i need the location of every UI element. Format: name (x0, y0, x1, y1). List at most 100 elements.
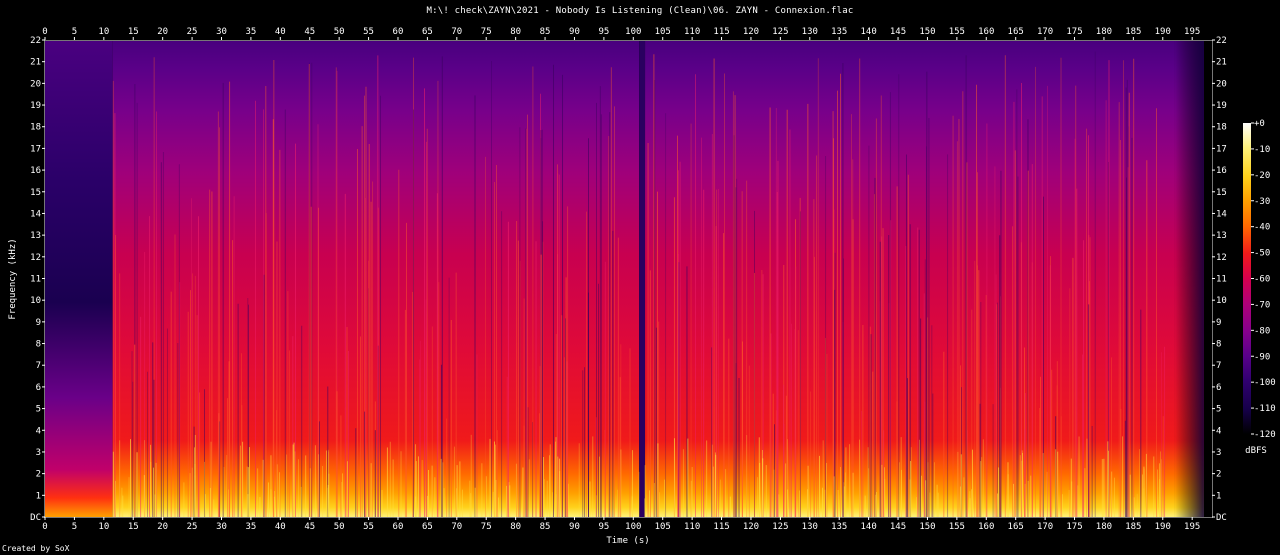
x-tick-label-bottom: 5 (72, 522, 77, 532)
x-tick-label-bottom: 190 (1155, 522, 1171, 532)
y-tick-label-left: 10 (30, 296, 41, 306)
x-tick-label-bottom: 125 (772, 522, 788, 532)
x-tick-label-bottom: 140 (860, 522, 876, 532)
y-tick-label-right: 13 (1216, 231, 1227, 241)
x-tick-label-bottom: 15 (128, 522, 139, 532)
x-tick-label-top: 0 (42, 27, 47, 37)
y-tick-label-left: 9 (36, 318, 41, 328)
y-tick-label-right: 6 (1216, 383, 1221, 393)
x-tick-label-top: 90 (569, 27, 580, 37)
x-tick-label-top: 45 (304, 27, 315, 37)
x-tick-label-top: 80 (510, 27, 521, 37)
x-tick-label-top: 120 (743, 27, 759, 37)
x-tick-label-top: 160 (978, 27, 994, 37)
y-tick-label-left: 1 (36, 491, 41, 501)
x-tick-label-bottom: 100 (625, 522, 641, 532)
y-tick-label-right: 14 (1216, 209, 1227, 219)
x-tick-label-bottom: 120 (743, 522, 759, 532)
x-tick-label-top: 15 (128, 27, 139, 37)
x-tick-label-top: 5 (72, 27, 77, 37)
x-tick-label-top: 75 (481, 27, 492, 37)
x-tick-label-bottom: 110 (684, 522, 700, 532)
y-tick-label-right: 16 (1216, 166, 1227, 176)
x-tick-label-bottom: 150 (919, 522, 935, 532)
x-tick-label-top: 125 (772, 27, 788, 37)
y-tick-label-right: 11 (1216, 275, 1227, 285)
y-tick-label-left: 22 (30, 36, 41, 46)
y-tick-label-right: 12 (1216, 253, 1227, 263)
x-tick-label-bottom: 45 (304, 522, 315, 532)
x-tick-label-top: 65 (422, 27, 433, 37)
colorbar-tick-label: -120 (1254, 430, 1276, 440)
x-tick-label-bottom: 40 (275, 522, 286, 532)
y-tick-label-left: 21 (30, 58, 41, 68)
y-tick-label-right: 17 (1216, 144, 1227, 154)
y-axis-right: DC12345678910111213141516171819202122 (1212, 36, 1227, 523)
x-tick-label-bottom: 50 (334, 522, 345, 532)
x-tick-label-top: 175 (1066, 27, 1082, 37)
colorbar-label: dBFS (1245, 446, 1267, 456)
x-tick-label-bottom: 70 (451, 522, 462, 532)
y-tick-label-left: 15 (30, 188, 41, 198)
colorbar-tick-label: -50 (1254, 249, 1270, 259)
x-tick-label-bottom: 165 (1008, 522, 1024, 532)
x-tick-label-bottom: 25 (187, 522, 198, 532)
colorbar-tick-label: +0 (1254, 119, 1265, 129)
x-tick-label-top: 145 (890, 27, 906, 37)
colorbar-tick-label: -40 (1254, 223, 1270, 233)
y-tick-label-left: 19 (30, 101, 41, 111)
y-tick-label-right: 18 (1216, 123, 1227, 133)
colorbar-tick-label: -90 (1254, 352, 1270, 362)
x-tick-label-top: 150 (919, 27, 935, 37)
colorbar-tick-label: -70 (1254, 300, 1270, 310)
x-tick-label-bottom: 180 (1096, 522, 1112, 532)
y-axis-label: Frequency (kHz) (8, 238, 18, 319)
y-tick-label-left: 18 (30, 123, 41, 133)
x-tick-label-bottom: 10 (98, 522, 109, 532)
x-tick-label-top: 50 (334, 27, 345, 37)
y-tick-label-left: 8 (36, 340, 41, 350)
x-tick-label-top: 35 (245, 27, 256, 37)
x-tick-label-bottom: 75 (481, 522, 492, 532)
x-tick-label-top: 100 (625, 27, 641, 37)
y-tick-label-right: 5 (1216, 405, 1221, 415)
x-tick-label-bottom: 85 (540, 522, 551, 532)
x-tick-label-top: 190 (1155, 27, 1171, 37)
x-tick-label-bottom: 95 (598, 522, 609, 532)
spectrum-section (45, 40, 113, 517)
x-tick-label-bottom: 195 (1184, 522, 1200, 532)
x-tick-label-top: 70 (451, 27, 462, 37)
x-tick-label-top: 130 (802, 27, 818, 37)
x-tick-label-bottom: 55 (363, 522, 374, 532)
x-tick-label-bottom: 0 (42, 522, 47, 532)
x-tick-label-bottom: 90 (569, 522, 580, 532)
x-tick-label-top: 195 (1184, 27, 1200, 37)
x-tick-label-bottom: 65 (422, 522, 433, 532)
y-tick-label-right: 10 (1216, 296, 1227, 306)
y-tick-label-left: 12 (30, 253, 41, 263)
y-tick-label-left: 14 (30, 209, 41, 219)
x-tick-label-top: 10 (98, 27, 109, 37)
y-tick-label-left: 7 (36, 361, 41, 371)
x-tick-label-top: 110 (684, 27, 700, 37)
colorbar-ticks: +0 -10 -20 -30 -40 -50 -60 -70 -80 -90 -100 -110 -12… (1251, 119, 1276, 440)
x-tick-label-top: 20 (157, 27, 168, 37)
colorbar (1243, 123, 1251, 434)
y-tick-label-left: 16 (30, 166, 41, 176)
x-tick-label-top: 155 (949, 27, 965, 37)
y-tick-label-left: 11 (30, 275, 41, 285)
x-tick-label-top: 30 (216, 27, 227, 37)
y-tick-label-left: 2 (36, 470, 41, 480)
y-tick-label-right: 8 (1216, 340, 1221, 350)
x-tick-label-bottom: 80 (510, 522, 521, 532)
y-tick-label-left: 13 (30, 231, 41, 241)
spectrogram-chart: 0 5 10 15 20 25 30 35 40 45 50 55 60 65 70 75 80 85 90 95 10… (8, 27, 1276, 546)
x-axis-label: Time (s) (606, 536, 649, 546)
colorbar-tick-label: -110 (1254, 404, 1276, 414)
x-tick-label-bottom: 175 (1066, 522, 1082, 532)
x-tick-label-bottom: 20 (157, 522, 168, 532)
x-tick-label-top: 95 (598, 27, 609, 37)
fade-overlay (1174, 40, 1204, 517)
y-tick-label-right: 7 (1216, 361, 1221, 371)
x-tick-label-bottom: 115 (713, 522, 729, 532)
